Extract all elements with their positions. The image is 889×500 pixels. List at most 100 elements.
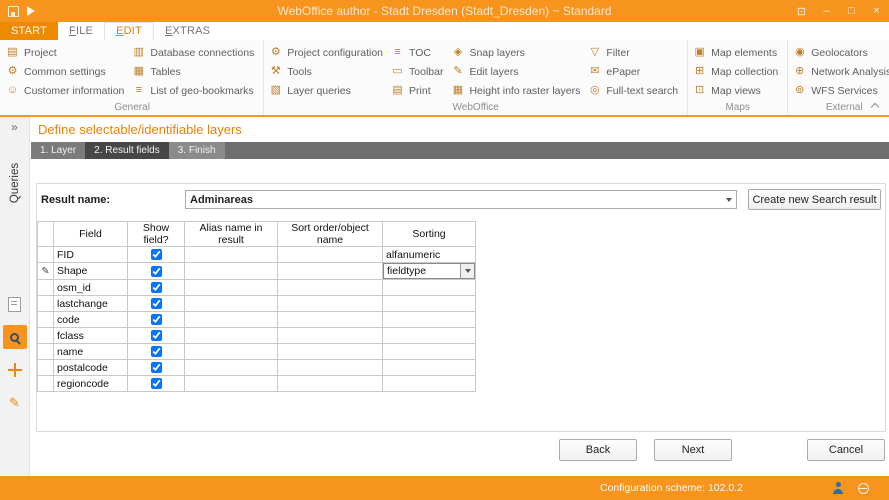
show-field-checkbox[interactable] (151, 266, 162, 277)
create-search-result-button[interactable]: Create new Search result (748, 189, 881, 210)
show-field-checkbox[interactable] (151, 298, 162, 309)
next-button[interactable]: Next (654, 439, 732, 461)
ribbon-item-map-elements[interactable]: Map elements (692, 43, 783, 62)
field-cell[interactable]: postalcode (54, 360, 128, 376)
field-cell[interactable]: fclass (54, 328, 128, 344)
ribbon-item-project[interactable]: Project (5, 43, 129, 62)
tab-start[interactable]: START (0, 22, 58, 40)
sort-order-cell[interactable] (278, 344, 383, 360)
ribbon-item-project-configuration[interactable]: Project configuration (268, 43, 388, 62)
row-selector[interactable] (38, 280, 54, 296)
sort-order-cell[interactable] (278, 328, 383, 344)
table-row[interactable]: lastchange (38, 296, 476, 312)
close-button[interactable]: × (864, 0, 889, 22)
show-field-checkbox[interactable] (151, 378, 162, 389)
table-row[interactable]: code (38, 312, 476, 328)
ribbon-item-wfs-services[interactable]: WFS Services (792, 81, 889, 100)
show-field-checkbox[interactable] (151, 346, 162, 357)
user-icon[interactable] (832, 482, 844, 494)
row-selector[interactable] (38, 247, 54, 263)
ribbon-item-geo-bookmarks[interactable]: List of geo-bookmarks (131, 81, 259, 100)
sorting-cell[interactable] (383, 328, 476, 344)
sorting-cell[interactable]: alfanumeric (383, 247, 476, 263)
back-button[interactable]: Back (559, 439, 637, 461)
field-cell[interactable]: FID (54, 247, 128, 263)
step-result-fields[interactable]: 2. Result fields (85, 142, 169, 159)
ribbon-item-epaper[interactable]: ePaper (587, 62, 683, 81)
alias-cell[interactable] (185, 328, 278, 344)
dock-window-button[interactable]: ⊡ (789, 0, 814, 22)
ribbon-item-map-views[interactable]: Map views (692, 81, 783, 100)
cancel-button[interactable]: Cancel (807, 439, 885, 461)
ribbon-item-tools[interactable]: Tools (268, 62, 388, 81)
result-name-dropdown[interactable]: Adminareas (185, 190, 737, 209)
ribbon-item-customer-information[interactable]: Customer information (5, 81, 129, 100)
sort-order-cell[interactable] (278, 360, 383, 376)
sorting-cell[interactable] (383, 360, 476, 376)
show-field-checkbox[interactable] (151, 330, 162, 341)
alias-cell[interactable] (185, 376, 278, 392)
tab-extras[interactable]: EXTRAS (154, 22, 221, 40)
field-cell[interactable]: name (54, 344, 128, 360)
table-row[interactable]: name (38, 344, 476, 360)
ribbon-item-common-settings[interactable]: Common settings (5, 62, 129, 81)
ribbon-item-map-collection[interactable]: Map collection (692, 62, 783, 81)
row-selector[interactable] (38, 328, 54, 344)
sort-order-cell[interactable] (278, 312, 383, 328)
table-row[interactable]: postalcode (38, 360, 476, 376)
alias-cell[interactable] (185, 344, 278, 360)
chevron-down-icon[interactable] (721, 191, 736, 208)
alias-cell[interactable] (185, 312, 278, 328)
collapse-ribbon-button[interactable] (871, 101, 880, 110)
sort-order-cell[interactable] (278, 280, 383, 296)
row-selector[interactable] (38, 344, 54, 360)
ribbon-item-database-connections[interactable]: Database connections (131, 43, 259, 62)
expand-panel-button[interactable]: » (0, 117, 29, 134)
tool-button-info[interactable] (3, 292, 27, 316)
sorting-cell[interactable] (383, 344, 476, 360)
field-cell[interactable]: osm_id (54, 280, 128, 296)
alias-cell[interactable] (185, 280, 278, 296)
alias-cell[interactable] (185, 360, 278, 376)
ribbon-item-snap-layers[interactable]: Snap layers (450, 43, 585, 62)
sort-order-cell[interactable] (278, 263, 383, 280)
maximize-button[interactable]: □ (839, 0, 864, 22)
sorting-cell[interactable] (383, 296, 476, 312)
ribbon-item-print[interactable]: Print (390, 81, 448, 100)
alias-cell[interactable] (185, 247, 278, 263)
sorting-cell[interactable]: fieldtype (383, 263, 476, 280)
row-selector[interactable] (38, 312, 54, 328)
sorting-cell[interactable] (383, 280, 476, 296)
sort-order-cell[interactable] (278, 296, 383, 312)
sorting-cell[interactable] (383, 376, 476, 392)
show-field-checkbox[interactable] (151, 314, 162, 325)
field-cell[interactable]: Shape (54, 263, 128, 280)
field-cell[interactable]: regioncode (54, 376, 128, 392)
ribbon-item-tables[interactable]: Tables (131, 62, 259, 81)
save-icon[interactable] (8, 6, 19, 17)
step-finish[interactable]: 3. Finish (169, 142, 225, 159)
ribbon-item-height-info-raster-layers[interactable]: Height info raster layers (450, 81, 585, 100)
row-selector[interactable] (38, 360, 54, 376)
field-cell[interactable]: code (54, 312, 128, 328)
field-cell[interactable]: lastchange (54, 296, 128, 312)
sort-order-cell[interactable] (278, 247, 383, 263)
show-field-checkbox[interactable] (151, 362, 162, 373)
run-icon[interactable] (27, 6, 35, 16)
ribbon-item-layer-queries[interactable]: Layer queries (268, 81, 388, 100)
chevron-down-icon[interactable] (460, 264, 474, 278)
table-row[interactable]: fclass (38, 328, 476, 344)
alias-cell[interactable] (185, 296, 278, 312)
ribbon-item-network-analysis[interactable]: Network Analysis (792, 62, 889, 81)
ribbon-item-filter[interactable]: Filter (587, 43, 683, 62)
table-row[interactable]: osm_id (38, 280, 476, 296)
ribbon-item-geolocators[interactable]: Geolocators (792, 43, 889, 62)
tool-button-move[interactable] (3, 358, 27, 382)
ribbon-item-edit-layers[interactable]: Edit layers (450, 62, 585, 81)
sorting-cell[interactable] (383, 312, 476, 328)
tool-button-edit[interactable] (3, 391, 27, 415)
row-selector[interactable] (38, 296, 54, 312)
tab-file[interactable]: FILE (58, 22, 104, 40)
table-row[interactable]: regioncode (38, 376, 476, 392)
show-field-checkbox[interactable] (151, 249, 162, 260)
